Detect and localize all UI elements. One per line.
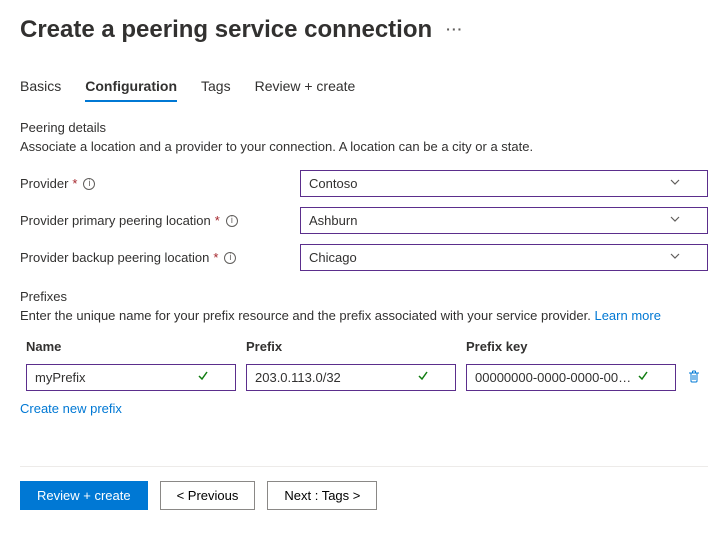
required-marker: * (215, 213, 220, 228)
required-marker: * (72, 176, 77, 191)
backup-location-select[interactable]: Chicago (300, 244, 708, 271)
provider-label: Provider * i (20, 176, 300, 191)
tab-review[interactable]: Review + create (255, 74, 356, 102)
column-header-prefix: Prefix (246, 339, 456, 354)
peering-details-description: Associate a location and a provider to y… (20, 139, 708, 154)
page-title-text: Create a peering service connection (20, 16, 432, 44)
prefix-cidr-input[interactable]: 203.0.113.0/32 (246, 364, 456, 391)
info-icon[interactable]: i (226, 215, 238, 227)
chevron-down-icon (669, 213, 681, 228)
primary-location-label: Provider primary peering location * i (20, 213, 300, 228)
primary-location-value: Ashburn (309, 213, 357, 228)
footer-actions: Review + create < Previous Next : Tags > (20, 466, 708, 510)
learn-more-link[interactable]: Learn more (594, 308, 660, 323)
column-header-key: Prefix key (466, 339, 676, 354)
table-row: myPrefix 203.0.113.0/32 00000000-0000-00… (26, 364, 714, 391)
check-icon (637, 370, 649, 385)
prefix-table-header: Name Prefix Prefix key (26, 339, 714, 364)
delete-row-button[interactable] (686, 368, 702, 384)
backup-location-value: Chicago (309, 250, 357, 265)
trash-icon (686, 368, 702, 384)
primary-location-label-text: Provider primary peering location (20, 213, 211, 228)
required-marker: * (213, 250, 218, 265)
prefix-key-value: 00000000-0000-0000-0000-0... (475, 370, 635, 385)
backup-location-label: Provider backup peering location * i (20, 250, 300, 265)
prefixes-heading: Prefixes (20, 289, 708, 304)
next-button[interactable]: Next : Tags > (267, 481, 377, 510)
provider-label-text: Provider (20, 176, 68, 191)
prefixes-description-text: Enter the unique name for your prefix re… (20, 308, 594, 323)
provider-select[interactable]: Contoso (300, 170, 708, 197)
check-icon (417, 370, 429, 385)
info-icon[interactable]: i (83, 178, 95, 190)
prefix-key-input[interactable]: 00000000-0000-0000-0000-0... (466, 364, 676, 391)
column-header-name: Name (26, 339, 236, 354)
check-icon (197, 370, 209, 385)
create-new-prefix-link[interactable]: Create new prefix (20, 401, 122, 416)
provider-value: Contoso (309, 176, 357, 191)
prefix-name-input[interactable]: myPrefix (26, 364, 236, 391)
review-create-button[interactable]: Review + create (20, 481, 148, 510)
prefix-table: Name Prefix Prefix key myPrefix 203.0.11… (26, 339, 714, 391)
tab-tags[interactable]: Tags (201, 74, 231, 102)
prefixes-description: Enter the unique name for your prefix re… (20, 308, 708, 323)
previous-button[interactable]: < Previous (160, 481, 256, 510)
prefix-name-value: myPrefix (35, 370, 86, 385)
chevron-down-icon (669, 176, 681, 191)
backup-location-label-text: Provider backup peering location (20, 250, 209, 265)
prefix-cidr-value: 203.0.113.0/32 (255, 370, 341, 385)
page-title: Create a peering service connection ··· (20, 16, 708, 44)
peering-details-heading: Peering details (20, 120, 708, 135)
tab-basics[interactable]: Basics (20, 74, 61, 102)
chevron-down-icon (669, 250, 681, 265)
info-icon[interactable]: i (224, 252, 236, 264)
more-actions-icon[interactable]: ··· (446, 21, 463, 39)
tab-bar: Basics Configuration Tags Review + creat… (20, 74, 708, 102)
primary-location-select[interactable]: Ashburn (300, 207, 708, 234)
tab-configuration[interactable]: Configuration (85, 74, 177, 102)
